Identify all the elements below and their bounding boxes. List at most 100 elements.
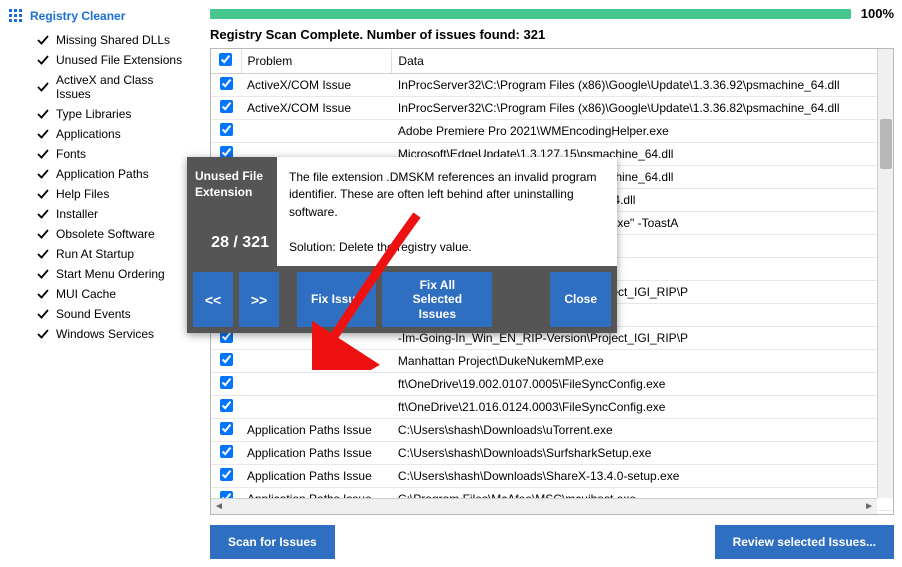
sidebar-item-sound-events[interactable]: Sound Events bbox=[8, 304, 191, 324]
table-row[interactable]: Application Paths IssueC:\Users\shash\Do… bbox=[211, 465, 893, 488]
row-checkbox[interactable] bbox=[220, 422, 233, 435]
header-problem[interactable]: Problem bbox=[241, 49, 392, 74]
check-icon bbox=[36, 127, 50, 141]
sidebar-item-label: Application Paths bbox=[56, 167, 149, 181]
popup-counter: 28 / 321 bbox=[195, 233, 269, 254]
table-row[interactable]: Adobe Premiere Pro 2021\WMEncodingHelper… bbox=[211, 120, 893, 143]
check-icon bbox=[36, 227, 50, 241]
sidebar-item-application-paths[interactable]: Application Paths bbox=[8, 164, 191, 184]
scrollbar-horizontal[interactable]: ◄► bbox=[211, 498, 877, 514]
cell-problem: ActiveX/COM Issue bbox=[241, 97, 392, 120]
cell-problem bbox=[241, 373, 392, 396]
sidebar-title-label: Registry Cleaner bbox=[30, 9, 125, 23]
check-icon bbox=[36, 207, 50, 221]
table-row[interactable]: ActiveX/COM IssueInProcServer32\C:\Progr… bbox=[211, 74, 893, 97]
cell-problem: Application Paths Issue bbox=[241, 465, 392, 488]
next-issue-button[interactable]: >> bbox=[239, 272, 279, 327]
row-checkbox[interactable] bbox=[220, 353, 233, 366]
row-checkbox[interactable] bbox=[220, 399, 233, 412]
cell-data: Manhattan Project\DukeNukemMP.exe bbox=[392, 350, 893, 373]
check-icon bbox=[36, 287, 50, 301]
check-icon bbox=[36, 53, 50, 67]
scan-button[interactable]: Scan for Issues bbox=[210, 525, 335, 559]
sidebar-item-label: Obsolete Software bbox=[56, 227, 155, 241]
sidebar-item-help-files[interactable]: Help Files bbox=[8, 184, 191, 204]
sidebar-item-label: Start Menu Ordering bbox=[56, 267, 165, 281]
scrollbar-vertical[interactable] bbox=[877, 49, 893, 498]
review-button[interactable]: Review selected Issues... bbox=[715, 525, 894, 559]
close-popup-button[interactable]: Close bbox=[550, 272, 611, 327]
cell-data: Adobe Premiere Pro 2021\WMEncodingHelper… bbox=[392, 120, 893, 143]
sidebar-item-label: Fonts bbox=[56, 147, 86, 161]
sidebar-item-applications[interactable]: Applications bbox=[8, 124, 191, 144]
sidebar-item-windows-services[interactable]: Windows Services bbox=[8, 324, 191, 344]
cell-problem: ActiveX/COM Issue bbox=[241, 74, 392, 97]
fix-all-button[interactable]: Fix All Selected Issues bbox=[382, 272, 492, 327]
sidebar-item-label: Applications bbox=[56, 127, 121, 141]
prev-issue-button[interactable]: << bbox=[193, 272, 233, 327]
cell-problem bbox=[241, 120, 392, 143]
sidebar-item-label: Unused File Extensions bbox=[56, 53, 182, 67]
sidebar-item-obsolete-software[interactable]: Obsolete Software bbox=[8, 224, 191, 244]
popup-desc: The file extension .DMSKM references an … bbox=[289, 169, 605, 221]
sidebar: Registry Cleaner Missing Shared DLLs Unus… bbox=[0, 0, 200, 567]
progress-percent: 100% bbox=[861, 6, 894, 21]
sidebar-item-label: Type Libraries bbox=[56, 107, 131, 121]
sidebar-item-installer[interactable]: Installer bbox=[8, 204, 191, 224]
row-checkbox[interactable] bbox=[220, 445, 233, 458]
cell-data: C:\Users\shash\Downloads\ShareX-13.4.0-s… bbox=[392, 465, 893, 488]
status-text: Registry Scan Complete. Number of issues… bbox=[210, 27, 894, 42]
check-icon bbox=[36, 80, 50, 94]
sidebar-item-fonts[interactable]: Fonts bbox=[8, 144, 191, 164]
cell-data: C:\Users\shash\Downloads\SurfsharkSetup.… bbox=[392, 442, 893, 465]
table-row[interactable]: Manhattan Project\DukeNukemMP.exe bbox=[211, 350, 893, 373]
cell-problem: Application Paths Issue bbox=[241, 442, 392, 465]
row-checkbox[interactable] bbox=[220, 376, 233, 389]
sidebar-item-activex-and-class-issues[interactable]: ActiveX and Class Issues bbox=[8, 70, 191, 104]
check-icon bbox=[36, 187, 50, 201]
sidebar-item-label: Missing Shared DLLs bbox=[56, 33, 170, 47]
table-row[interactable]: ActiveX/COM IssueInProcServer32\C:\Progr… bbox=[211, 97, 893, 120]
check-icon bbox=[36, 167, 50, 181]
table-row[interactable]: ft\OneDrive\19.002.0107.0005\FileSyncCon… bbox=[211, 373, 893, 396]
check-icon bbox=[36, 33, 50, 47]
sidebar-item-label: Windows Services bbox=[56, 327, 154, 341]
header-data[interactable]: Data bbox=[392, 49, 893, 74]
sidebar-item-unused-file-extensions[interactable]: Unused File Extensions bbox=[8, 50, 191, 70]
sidebar-item-mui-cache[interactable]: MUI Cache bbox=[8, 284, 191, 304]
table-row[interactable]: Application Paths IssueC:\Users\shash\Do… bbox=[211, 419, 893, 442]
sidebar-item-label: Help Files bbox=[56, 187, 109, 201]
check-icon bbox=[36, 247, 50, 261]
sidebar-item-label: Installer bbox=[56, 207, 98, 221]
sidebar-item-start-menu-ordering[interactable]: Start Menu Ordering bbox=[8, 264, 191, 284]
issue-detail-popup: Unused File Extension 28 / 321 The file … bbox=[187, 157, 617, 333]
popup-body: The file extension .DMSKM references an … bbox=[277, 157, 617, 266]
progress-bar bbox=[210, 9, 851, 19]
check-icon bbox=[36, 307, 50, 321]
sidebar-item-label: Sound Events bbox=[56, 307, 131, 321]
popup-title: Unused File Extension bbox=[195, 169, 269, 200]
row-checkbox[interactable] bbox=[220, 100, 233, 113]
row-checkbox[interactable] bbox=[220, 123, 233, 136]
row-checkbox[interactable] bbox=[220, 77, 233, 90]
cell-data: InProcServer32\C:\Program Files (x86)\Go… bbox=[392, 97, 893, 120]
sidebar-item-run-at-startup[interactable]: Run At Startup bbox=[8, 244, 191, 264]
sidebar-title[interactable]: Registry Cleaner bbox=[8, 6, 191, 26]
grid-icon bbox=[8, 8, 24, 24]
sidebar-item-type-libraries[interactable]: Type Libraries bbox=[8, 104, 191, 124]
sidebar-item-label: Run At Startup bbox=[56, 247, 134, 261]
row-checkbox[interactable] bbox=[220, 468, 233, 481]
cell-problem bbox=[241, 396, 392, 419]
check-icon bbox=[36, 147, 50, 161]
sidebar-item-label: MUI Cache bbox=[56, 287, 116, 301]
sidebar-item-missing-shared-dlls[interactable]: Missing Shared DLLs bbox=[8, 30, 191, 50]
select-all-checkbox[interactable] bbox=[219, 53, 232, 66]
cell-data: ft\OneDrive\21.016.0124.0003\FileSyncCon… bbox=[392, 396, 893, 419]
table-row[interactable]: Application Paths IssueC:\Users\shash\Do… bbox=[211, 442, 893, 465]
fix-issue-button[interactable]: Fix Issue bbox=[297, 272, 376, 327]
check-icon bbox=[36, 327, 50, 341]
sidebar-item-label: ActiveX and Class Issues bbox=[56, 73, 191, 101]
table-row[interactable]: ft\OneDrive\21.016.0124.0003\FileSyncCon… bbox=[211, 396, 893, 419]
check-icon bbox=[36, 267, 50, 281]
popup-solution: Solution: Delete the registry value. bbox=[289, 239, 605, 256]
